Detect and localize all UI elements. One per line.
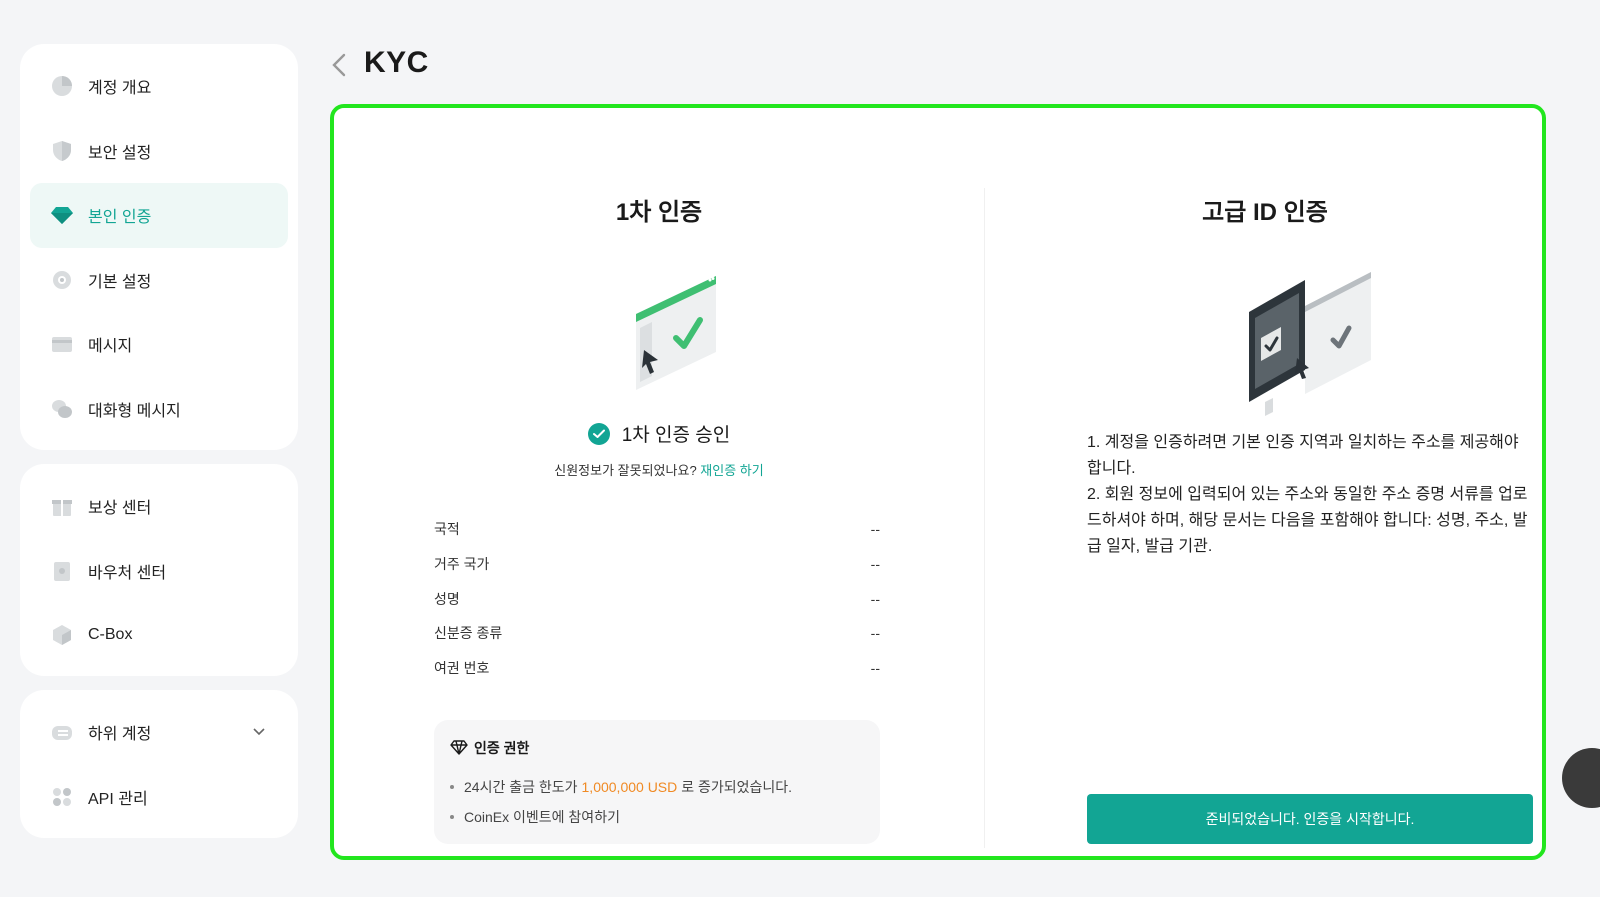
list-item: CoinEx 이벤트에 참여하기 <box>450 802 864 832</box>
info-label: 국적 <box>434 521 460 538</box>
sidebar-item-chat[interactable]: 대화형 메시지 <box>30 377 288 442</box>
box-icon <box>50 623 74 647</box>
sidebar: 계정 개요 보안 설정 본인 인증 기본 설정 메시지 대화형 메시지 보상 센… <box>20 44 298 852</box>
primary-title: 1차 인증 <box>615 199 703 226</box>
sidebar-item-messages[interactable]: 메시지 <box>30 312 288 377</box>
advanced-verification: 고급 ID 인증 1. 계정을 인증하려면 기본 인증 지역과 일치하는 주소를… <box>985 108 1545 856</box>
sidebar-item-label: 메시지 <box>88 338 133 356</box>
sidebar-item-label: 대화형 메시지 <box>88 402 181 420</box>
sidebar-item-label: API 관리 <box>88 790 148 808</box>
verified-document-illustration <box>630 268 722 397</box>
info-label: 신분증 종류 <box>434 625 503 642</box>
permission-text: 로 증가되었습니다. <box>681 779 793 795</box>
sidebar-item-label: 기본 설정 <box>88 273 152 291</box>
sidebar-item-identity[interactable]: 본인 인증 <box>30 183 288 248</box>
gem-icon <box>450 739 468 758</box>
sidebar-group-rewards: 보상 센터 바우처 센터 C-Box <box>20 464 298 676</box>
info-value: -- <box>870 590 880 607</box>
info-value: -- <box>870 556 880 573</box>
requirements-text: 1. 계정을 인증하려면 기본 인증 지역과 일치하는 주소를 제공해야 합니다… <box>1087 430 1537 560</box>
requirement-2: 2. 회원 정보에 입력되어 있는 주소와 동일한 주소 증명 서류를 업로드하… <box>1087 486 1528 555</box>
advanced-title: 고급 ID 인증 <box>1202 199 1328 226</box>
voucher-icon <box>50 559 74 583</box>
shield-icon <box>50 139 74 163</box>
sidebar-item-sub-accounts[interactable]: 하위 계정 <box>30 700 288 765</box>
page-title: KYC <box>364 46 429 79</box>
sidebar-item-vouchers[interactable]: 바우처 센터 <box>30 539 288 604</box>
withdraw-limit-amount: 1,000,000 USD <box>581 779 678 795</box>
info-label: 여권 번호 <box>434 660 490 677</box>
info-label: 거주 국가 <box>434 556 490 573</box>
reverify-prompt: 신원정보가 잘못되었나요? <box>554 463 697 478</box>
list-item: 24시간 출금 한도가 1,000,000 USD 로 증가되었습니다. <box>450 772 864 802</box>
start-verification-button[interactable]: 준비되었습니다. 인증을 시작합니다. <box>1087 794 1533 844</box>
info-value: -- <box>870 660 880 677</box>
info-row-id-type: 신분증 종류 -- <box>434 616 880 651</box>
permissions-box: 인증 권한 24시간 출금 한도가 1,000,000 USD 로 증가되었습니… <box>434 720 880 844</box>
permission-text: CoinEx 이벤트에 참여하기 <box>464 809 620 825</box>
info-value: -- <box>870 625 880 642</box>
info-row-nationality: 국적 -- <box>434 512 880 547</box>
sidebar-item-label: 본인 인증 <box>88 209 152 227</box>
gear-icon <box>50 268 74 292</box>
permission-text: 24시간 출금 한도가 <box>464 779 578 795</box>
sidebar-item-cbox[interactable]: C-Box <box>30 603 288 668</box>
gift-icon <box>50 494 74 518</box>
sidebar-item-label: 바우처 센터 <box>88 564 167 582</box>
sidebar-item-api[interactable]: API 관리 <box>30 765 288 830</box>
card-icon <box>50 332 74 356</box>
sidebar-item-label: 하위 계정 <box>88 726 152 744</box>
info-row-passport: 여권 번호 -- <box>434 651 880 686</box>
sidebar-item-label: C-Box <box>88 626 133 644</box>
info-row-residence: 거주 국가 -- <box>434 547 880 582</box>
chat-icon <box>50 397 74 421</box>
status-badge: 1차 인증 승인 <box>334 420 984 447</box>
identity-info-list: 국적 -- 거주 국가 -- 성명 -- 신분증 종류 -- 여권 번호 -- <box>434 512 880 685</box>
sidebar-group-sub: 하위 계정 API 관리 <box>20 690 298 838</box>
primary-verification: 1차 인증 1차 인증 승인 신원정보가 잘못되었나요? 재인증 하기 국적 -… <box>334 108 984 856</box>
sidebar-item-label: 계정 개요 <box>88 80 152 98</box>
pie-chart-icon <box>50 74 74 98</box>
sidebar-item-label: 보상 센터 <box>88 500 152 518</box>
sidebar-item-label: 보안 설정 <box>88 144 152 162</box>
status-text: 1차 인증 승인 <box>621 425 731 446</box>
requirement-1: 1. 계정을 인증하려면 기본 인증 지역과 일치하는 주소를 제공해야 합니다… <box>1087 434 1519 477</box>
sidebar-item-preferences[interactable]: 기본 설정 <box>30 248 288 313</box>
sidebar-item-rewards[interactable]: 보상 센터 <box>30 474 288 539</box>
kyc-card: 1차 인증 1차 인증 승인 신원정보가 잘못되었나요? 재인증 하기 국적 -… <box>330 104 1546 860</box>
info-label: 성명 <box>434 590 460 607</box>
chevron-down-icon[interactable] <box>252 724 266 740</box>
sub-account-icon <box>50 720 74 744</box>
sidebar-group-account: 계정 개요 보안 설정 본인 인증 기본 설정 메시지 대화형 메시지 <box>20 44 298 450</box>
device-verification-illustration <box>1247 266 1371 421</box>
sidebar-item-security[interactable]: 보안 설정 <box>30 119 288 184</box>
permissions-list: 24시간 출금 한도가 1,000,000 USD 로 증가되었습니다. Coi… <box>450 772 864 832</box>
reverify-line: 신원정보가 잘못되었나요? 재인증 하기 <box>334 460 984 479</box>
chevron-left-icon[interactable] <box>328 52 352 78</box>
permissions-title: 인증 권한 <box>450 738 864 758</box>
sidebar-item-account-overview[interactable]: 계정 개요 <box>30 54 288 119</box>
check-circle-icon <box>587 422 610 445</box>
permissions-title-text: 인증 권한 <box>474 740 530 756</box>
floating-support-button[interactable] <box>1562 748 1600 808</box>
api-icon <box>50 785 74 809</box>
info-value: -- <box>870 521 880 538</box>
info-row-name: 성명 -- <box>434 581 880 616</box>
diamond-icon <box>50 203 74 227</box>
reverify-link[interactable]: 재인증 하기 <box>700 463 763 478</box>
